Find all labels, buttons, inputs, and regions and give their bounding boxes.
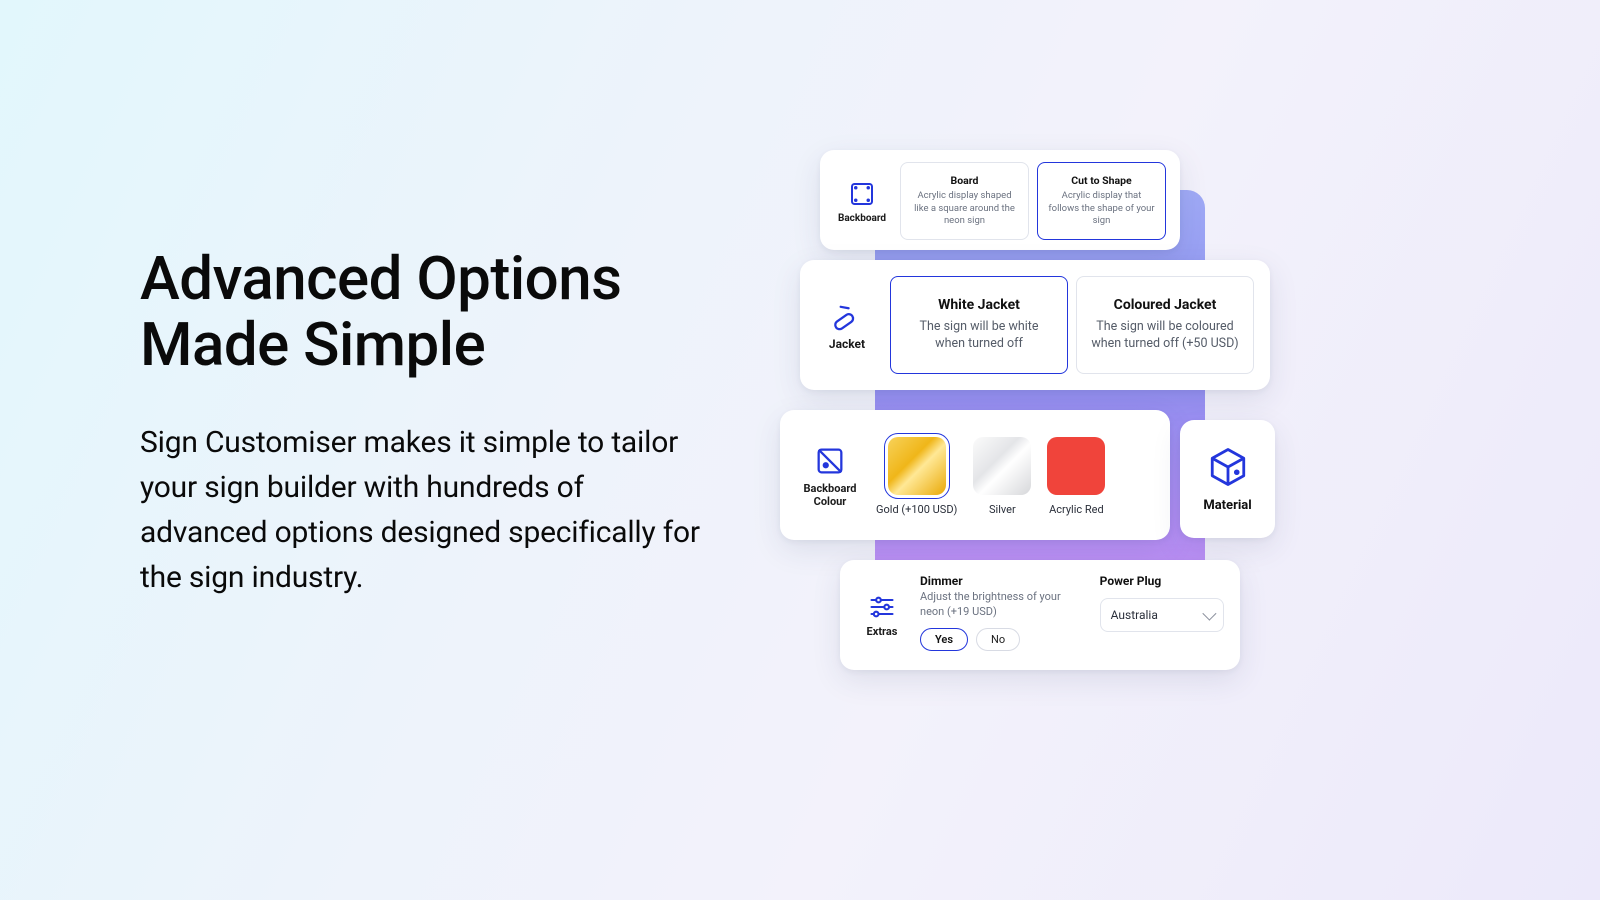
swatch-chip bbox=[1047, 437, 1105, 495]
hero-title-line1: Advanced Options bbox=[140, 243, 622, 314]
jacket-option-coloured[interactable]: Coloured Jacket The sign will be coloure… bbox=[1076, 276, 1254, 374]
option-desc: The sign will be coloured when turned of… bbox=[1091, 319, 1239, 353]
cube-icon bbox=[1207, 446, 1249, 488]
option-title: Cut to Shape bbox=[1048, 174, 1155, 187]
hero-body: Sign Customiser makes it simple to tailo… bbox=[140, 420, 710, 600]
swatch-silver[interactable]: Silver bbox=[973, 437, 1031, 516]
backboard-icon bbox=[847, 179, 877, 209]
dimmer-group: Dimmer Adjust the brightness of your neo… bbox=[920, 574, 1082, 656]
jacket-icon bbox=[830, 299, 864, 333]
palette-icon bbox=[813, 444, 847, 478]
swatch-caption: Acrylic Red bbox=[1049, 503, 1104, 516]
swatch-acrylic-red[interactable]: Acrylic Red bbox=[1047, 437, 1105, 516]
option-desc: The sign will be white when turned off bbox=[905, 319, 1053, 353]
option-desc: Acrylic display that follows the shape o… bbox=[1048, 190, 1155, 228]
power-plug-select[interactable]: Australia bbox=[1100, 598, 1224, 632]
option-title: White Jacket bbox=[905, 297, 1053, 313]
jacket-icon-col: Jacket bbox=[816, 276, 878, 374]
swatch-caption: Gold (+100 USD) bbox=[876, 503, 957, 516]
dimmer-title: Dimmer bbox=[920, 574, 1082, 588]
options-stage: Backboard Board Acrylic display shaped l… bbox=[780, 130, 1300, 690]
option-desc: Acrylic display shaped like a square aro… bbox=[911, 190, 1018, 228]
card-extras: Extras Dimmer Adjust the brightness of y… bbox=[840, 560, 1240, 670]
colour-label: Backboard Colour bbox=[804, 482, 857, 508]
swatch-chip bbox=[973, 437, 1031, 495]
chevron-down-icon bbox=[1202, 607, 1216, 621]
extras-icon-col: Extras bbox=[856, 574, 908, 656]
sliders-icon bbox=[868, 593, 896, 621]
option-title: Board bbox=[911, 174, 1018, 187]
hero-title-line2: Made Simple bbox=[140, 309, 485, 380]
card-material[interactable]: Material bbox=[1180, 420, 1275, 538]
swatch-gold[interactable]: Gold (+100 USD) bbox=[876, 437, 957, 516]
backboard-icon-col: Backboard bbox=[834, 162, 890, 240]
power-plug-group: Power Plug Australia bbox=[1100, 574, 1224, 656]
swatch-chip bbox=[888, 437, 946, 495]
card-jacket: Jacket White Jacket The sign will be whi… bbox=[800, 260, 1270, 390]
backboard-option-board[interactable]: Board Acrylic display shaped like a squa… bbox=[900, 162, 1029, 240]
card-backboard: Backboard Board Acrylic display shaped l… bbox=[820, 150, 1180, 250]
dimmer-desc: Adjust the brightness of your neon (+19 … bbox=[920, 590, 1082, 620]
card-backboard-colour: Backboard Colour Gold (+100 USD) Silver … bbox=[780, 410, 1170, 540]
option-title: Coloured Jacket bbox=[1091, 297, 1239, 313]
extras-label: Extras bbox=[867, 625, 898, 638]
material-label: Material bbox=[1203, 498, 1251, 513]
swatch-caption: Silver bbox=[989, 503, 1016, 516]
hero-title: Advanced Options Made Simple bbox=[140, 246, 710, 378]
colour-icon-col: Backboard Colour bbox=[796, 444, 864, 508]
dimmer-no-button[interactable]: No bbox=[976, 628, 1020, 651]
power-plug-title: Power Plug bbox=[1100, 574, 1224, 588]
backboard-option-cut-to-shape[interactable]: Cut to Shape Acrylic display that follow… bbox=[1037, 162, 1166, 240]
dimmer-yes-button[interactable]: Yes bbox=[920, 628, 968, 651]
jacket-option-white[interactable]: White Jacket The sign will be white when… bbox=[890, 276, 1068, 374]
jacket-label: Jacket bbox=[829, 337, 865, 351]
power-plug-value: Australia bbox=[1111, 608, 1158, 622]
backboard-label: Backboard bbox=[838, 213, 886, 224]
